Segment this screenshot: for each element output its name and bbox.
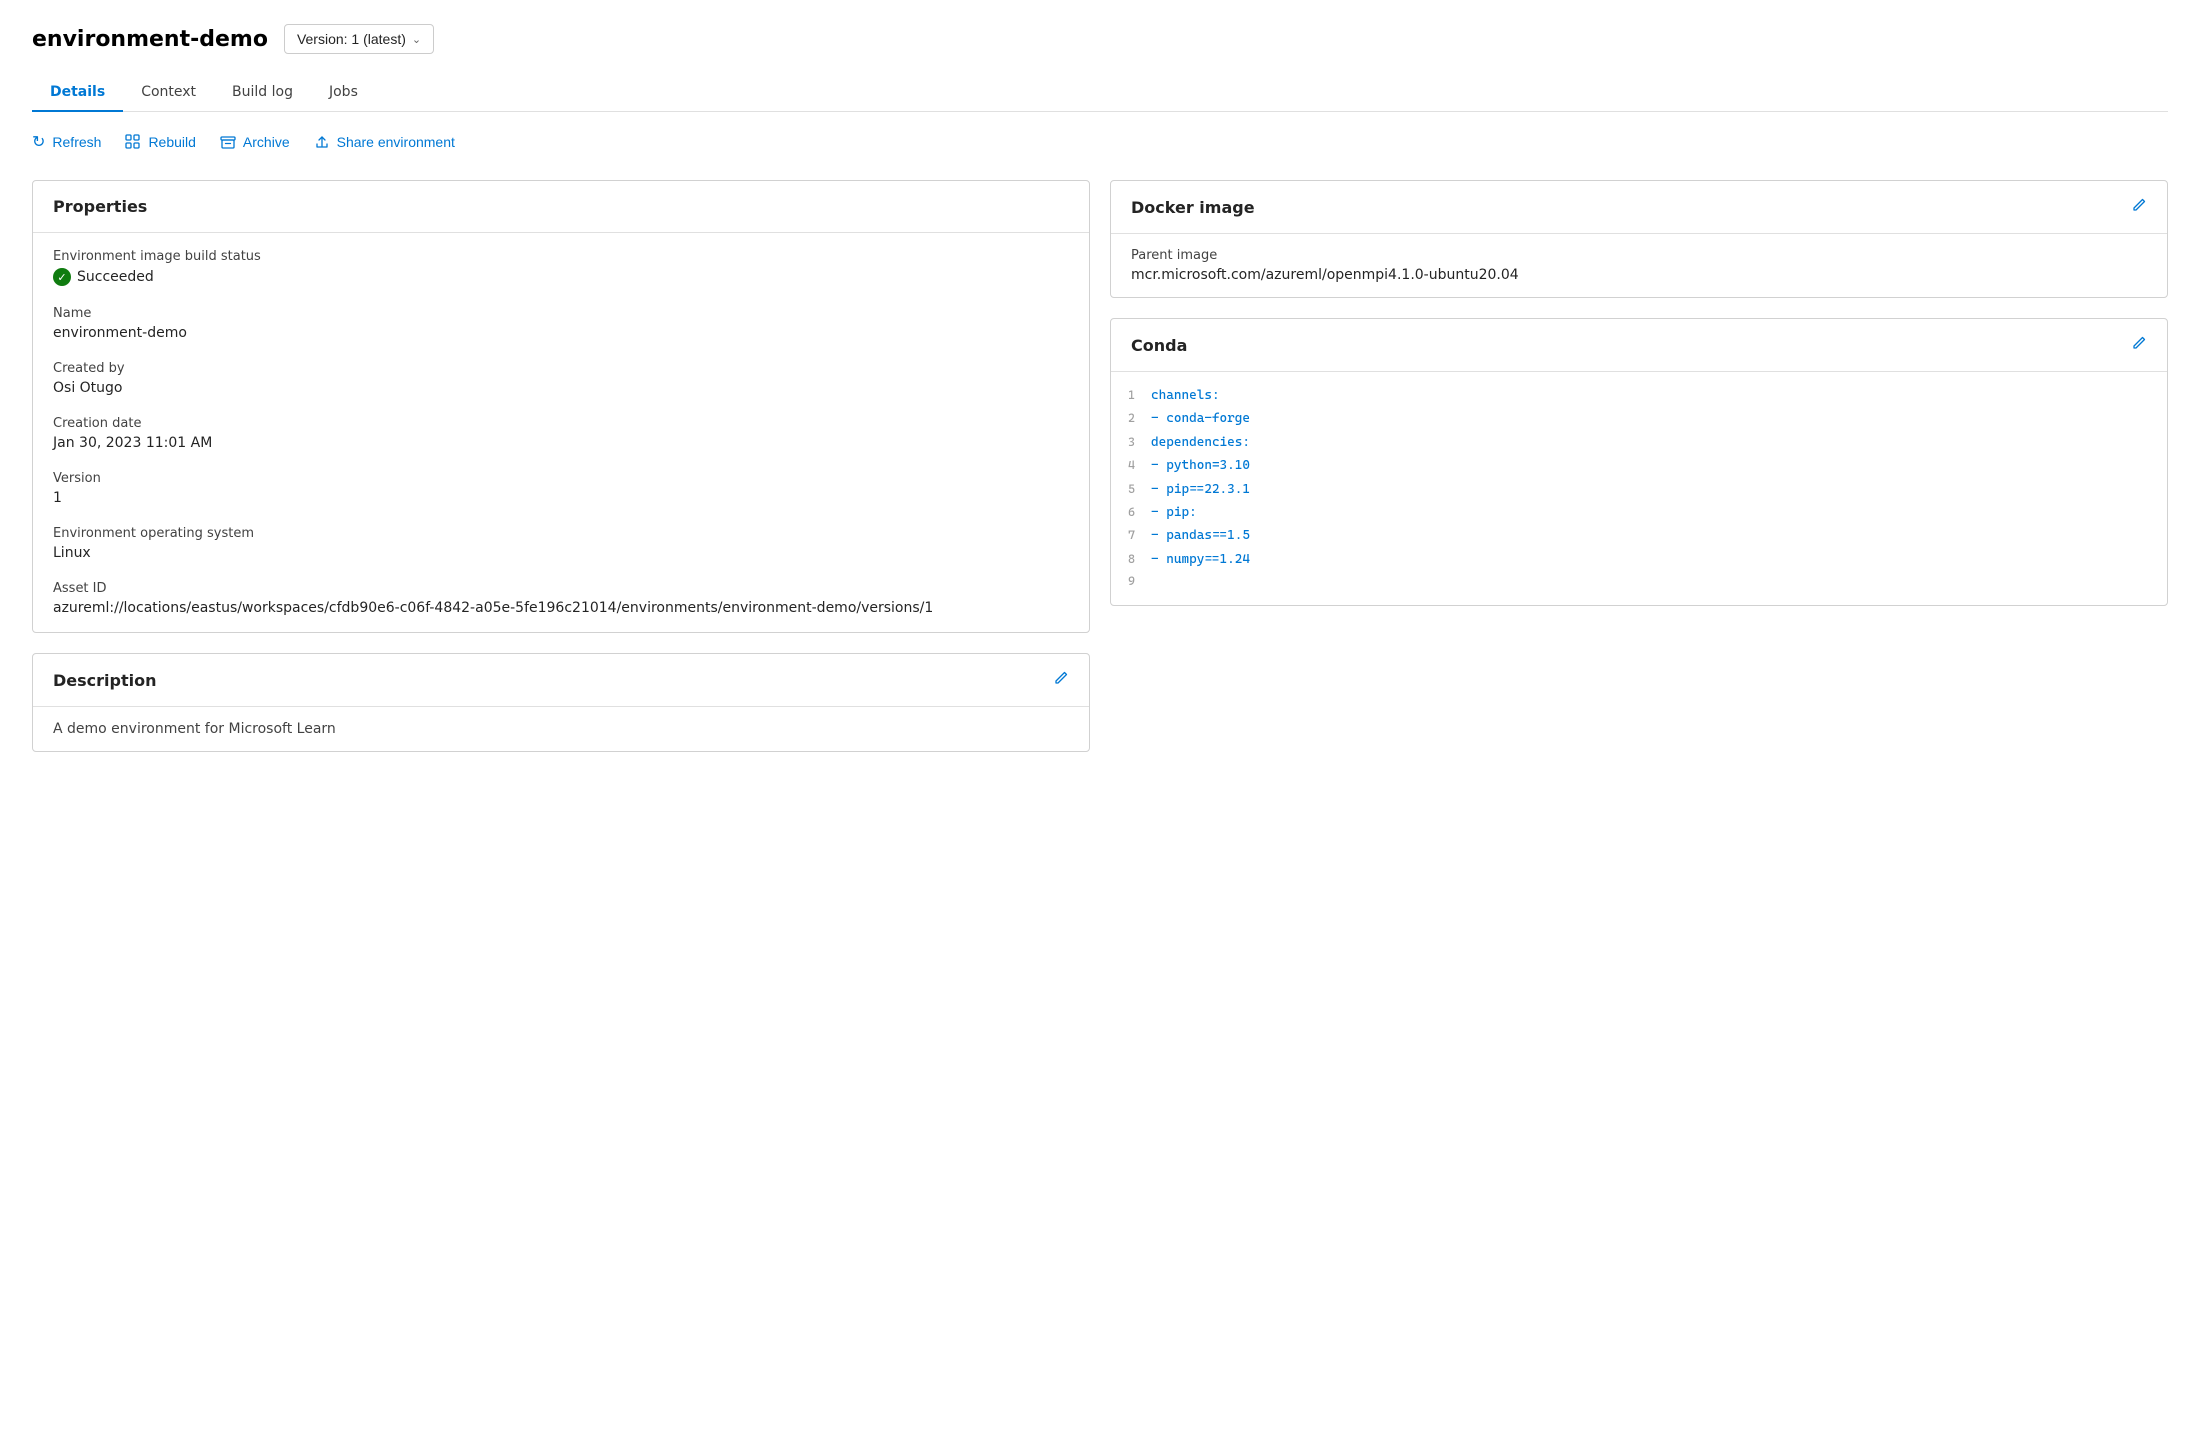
version-prop-label: Version [53, 471, 1069, 486]
prop-created-by: Created by Osi Otugo [53, 361, 1069, 396]
line-content: - pip: [1151, 501, 1197, 524]
toolbar: ↻ Refresh Rebuild Archive [32, 132, 2168, 152]
tab-build-log[interactable]: Build log [214, 74, 311, 112]
code-line: 7 - pandas==1.5 [1111, 524, 2167, 547]
description-edit-icon[interactable] [1053, 670, 1069, 690]
docker-image-card: Docker image Parent image mcr.microsoft.… [1110, 180, 2168, 298]
line-content: - pip==22.3.1 [1151, 478, 1250, 501]
line-number: 1 [1111, 385, 1151, 407]
docker-image-header: Docker image [1111, 181, 2167, 234]
line-number: 5 [1111, 479, 1151, 501]
build-status-label: Environment image build status [53, 249, 1069, 264]
line-number: 3 [1111, 432, 1151, 454]
created-by-value: Osi Otugo [53, 380, 1069, 396]
archive-button[interactable]: Archive [220, 134, 290, 150]
code-line: 9 [1111, 571, 2167, 593]
asset-id-label: Asset ID [53, 581, 1069, 596]
docker-image-title: Docker image [1131, 198, 1255, 217]
left-column: Properties Environment image build statu… [32, 180, 1090, 752]
properties-card: Properties Environment image build statu… [32, 180, 1090, 633]
asset-id-value: azureml://locations/eastus/workspaces/cf… [53, 600, 1069, 616]
line-number: 6 [1111, 502, 1151, 524]
description-text: A demo environment for Microsoft Learn [33, 707, 1089, 751]
prop-build-status: Environment image build status ✓ Succeed… [53, 249, 1069, 286]
line-content: dependencies: [1151, 431, 1250, 454]
share-icon [314, 134, 330, 150]
line-number: 9 [1111, 571, 1151, 593]
prop-creation-date: Creation date Jan 30, 2023 11:01 AM [53, 416, 1069, 451]
build-status-badge: ✓ Succeeded [53, 268, 1069, 286]
line-content: - pandas==1.5 [1151, 524, 1250, 547]
created-by-label: Created by [53, 361, 1069, 376]
tab-details[interactable]: Details [32, 74, 123, 112]
line-content: channels: [1151, 384, 1220, 407]
tab-jobs[interactable]: Jobs [311, 74, 376, 112]
share-button[interactable]: Share environment [314, 134, 455, 150]
code-line: 3dependencies: [1111, 431, 2167, 454]
rebuild-icon [125, 134, 141, 150]
line-content: - numpy==1.24 [1151, 548, 1250, 571]
prop-asset-id: Asset ID azureml://locations/eastus/work… [53, 581, 1069, 616]
right-column: Docker image Parent image mcr.microsoft.… [1110, 180, 2168, 606]
description-card: Description A demo environment for Micro… [32, 653, 1090, 752]
archive-icon [220, 134, 236, 150]
properties-title: Properties [53, 197, 147, 216]
tabs-nav: Details Context Build log Jobs [32, 74, 2168, 112]
line-number: 4 [1111, 455, 1151, 477]
line-content: - python=3.10 [1151, 454, 1250, 477]
code-line: 4 - python=3.10 [1111, 454, 2167, 477]
code-line: 5 - pip==22.3.1 [1111, 478, 2167, 501]
properties-card-header: Properties [33, 181, 1089, 233]
tab-context[interactable]: Context [123, 74, 214, 112]
line-number: 2 [1111, 408, 1151, 430]
version-prop-value: 1 [53, 490, 1069, 506]
rebuild-label: Rebuild [148, 134, 195, 150]
line-number: 8 [1111, 549, 1151, 571]
name-value: environment-demo [53, 325, 1069, 341]
code-line: 8 - numpy==1.24 [1111, 548, 2167, 571]
refresh-label: Refresh [52, 134, 101, 150]
os-value: Linux [53, 545, 1069, 561]
description-card-header: Description [33, 654, 1089, 707]
creation-date-label: Creation date [53, 416, 1069, 431]
build-status-value: Succeeded [77, 269, 154, 285]
docker-image-body: Parent image mcr.microsoft.com/azureml/o… [1111, 234, 2167, 297]
version-dropdown[interactable]: Version: 1 (latest) ⌄ [284, 24, 434, 54]
conda-code-block: 1channels:2 - conda-forge3dependencies:4… [1111, 372, 2167, 605]
archive-label: Archive [243, 134, 290, 150]
chevron-down-icon: ⌄ [412, 33, 421, 46]
code-line: 2 - conda-forge [1111, 407, 2167, 430]
rebuild-button[interactable]: Rebuild [125, 134, 195, 150]
line-number: 7 [1111, 525, 1151, 547]
success-icon: ✓ [53, 268, 71, 286]
page-header: environment-demo Version: 1 (latest) ⌄ [32, 24, 2168, 54]
prop-os: Environment operating system Linux [53, 526, 1069, 561]
parent-image-label: Parent image [1131, 248, 2147, 263]
prop-name: Name environment-demo [53, 306, 1069, 341]
properties-card-body: Environment image build status ✓ Succeed… [33, 233, 1089, 632]
os-label: Environment operating system [53, 526, 1069, 541]
line-content: - conda-forge [1151, 407, 1250, 430]
share-label: Share environment [337, 134, 455, 150]
docker-edit-icon[interactable] [2131, 197, 2147, 217]
version-label: Version: 1 (latest) [297, 31, 406, 47]
page-title: environment-demo [32, 27, 268, 52]
code-line: 1channels: [1111, 384, 2167, 407]
prop-version: Version 1 [53, 471, 1069, 506]
parent-image-value: mcr.microsoft.com/azureml/openmpi4.1.0-u… [1131, 267, 2147, 283]
conda-edit-icon[interactable] [2131, 335, 2147, 355]
code-line: 6 - pip: [1111, 501, 2167, 524]
conda-title: Conda [1131, 336, 1187, 355]
creation-date-value: Jan 30, 2023 11:01 AM [53, 435, 1069, 451]
main-grid: Properties Environment image build statu… [32, 180, 2168, 752]
refresh-button[interactable]: ↻ Refresh [32, 132, 101, 152]
conda-header: Conda [1111, 319, 2167, 372]
refresh-icon: ↻ [32, 132, 45, 152]
conda-card: Conda 1channels:2 - conda-forge3dependen… [1110, 318, 2168, 606]
name-label: Name [53, 306, 1069, 321]
description-title: Description [53, 671, 156, 690]
